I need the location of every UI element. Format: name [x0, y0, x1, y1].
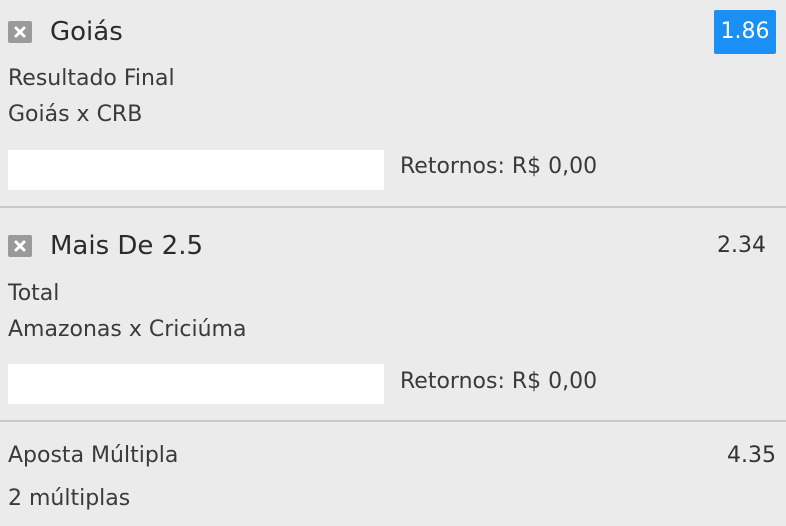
market-name: Resultado Final: [8, 66, 175, 91]
bet-item: Goiás 1.86 Resultado Final Goiás x CRB R…: [0, 0, 786, 206]
bet-item: Mais De 2.5 2.34 Total Amazonas x Criciú…: [0, 208, 786, 420]
event-name: Amazonas x Criciúma: [8, 317, 247, 342]
market-name: Total: [8, 281, 60, 306]
close-icon[interactable]: [8, 235, 32, 257]
returns-label: Retornos: R$ 0,00: [400, 154, 598, 179]
stake-input[interactable]: [8, 364, 384, 404]
multiple-bet-label: Aposta Múltipla: [8, 443, 179, 468]
bet-slip: Goiás 1.86 Resultado Final Goiás x CRB R…: [0, 0, 786, 526]
selection-name: Goiás: [50, 17, 123, 47]
multiple-odds-value: 4.35: [727, 443, 776, 468]
close-icon[interactable]: [8, 21, 32, 43]
odds-badge[interactable]: 1.86: [714, 10, 776, 54]
multiple-count-label: 2 múltiplas: [8, 486, 131, 511]
selection-name: Mais De 2.5: [50, 231, 204, 261]
event-name: Goiás x CRB: [8, 102, 143, 127]
returns-label: Retornos: R$ 0,00: [400, 369, 598, 394]
stake-input[interactable]: [8, 150, 384, 190]
odds-value[interactable]: 2.34: [717, 232, 766, 260]
multiple-bet-section: Aposta Múltipla 4.35 2 múltiplas: [0, 422, 786, 526]
